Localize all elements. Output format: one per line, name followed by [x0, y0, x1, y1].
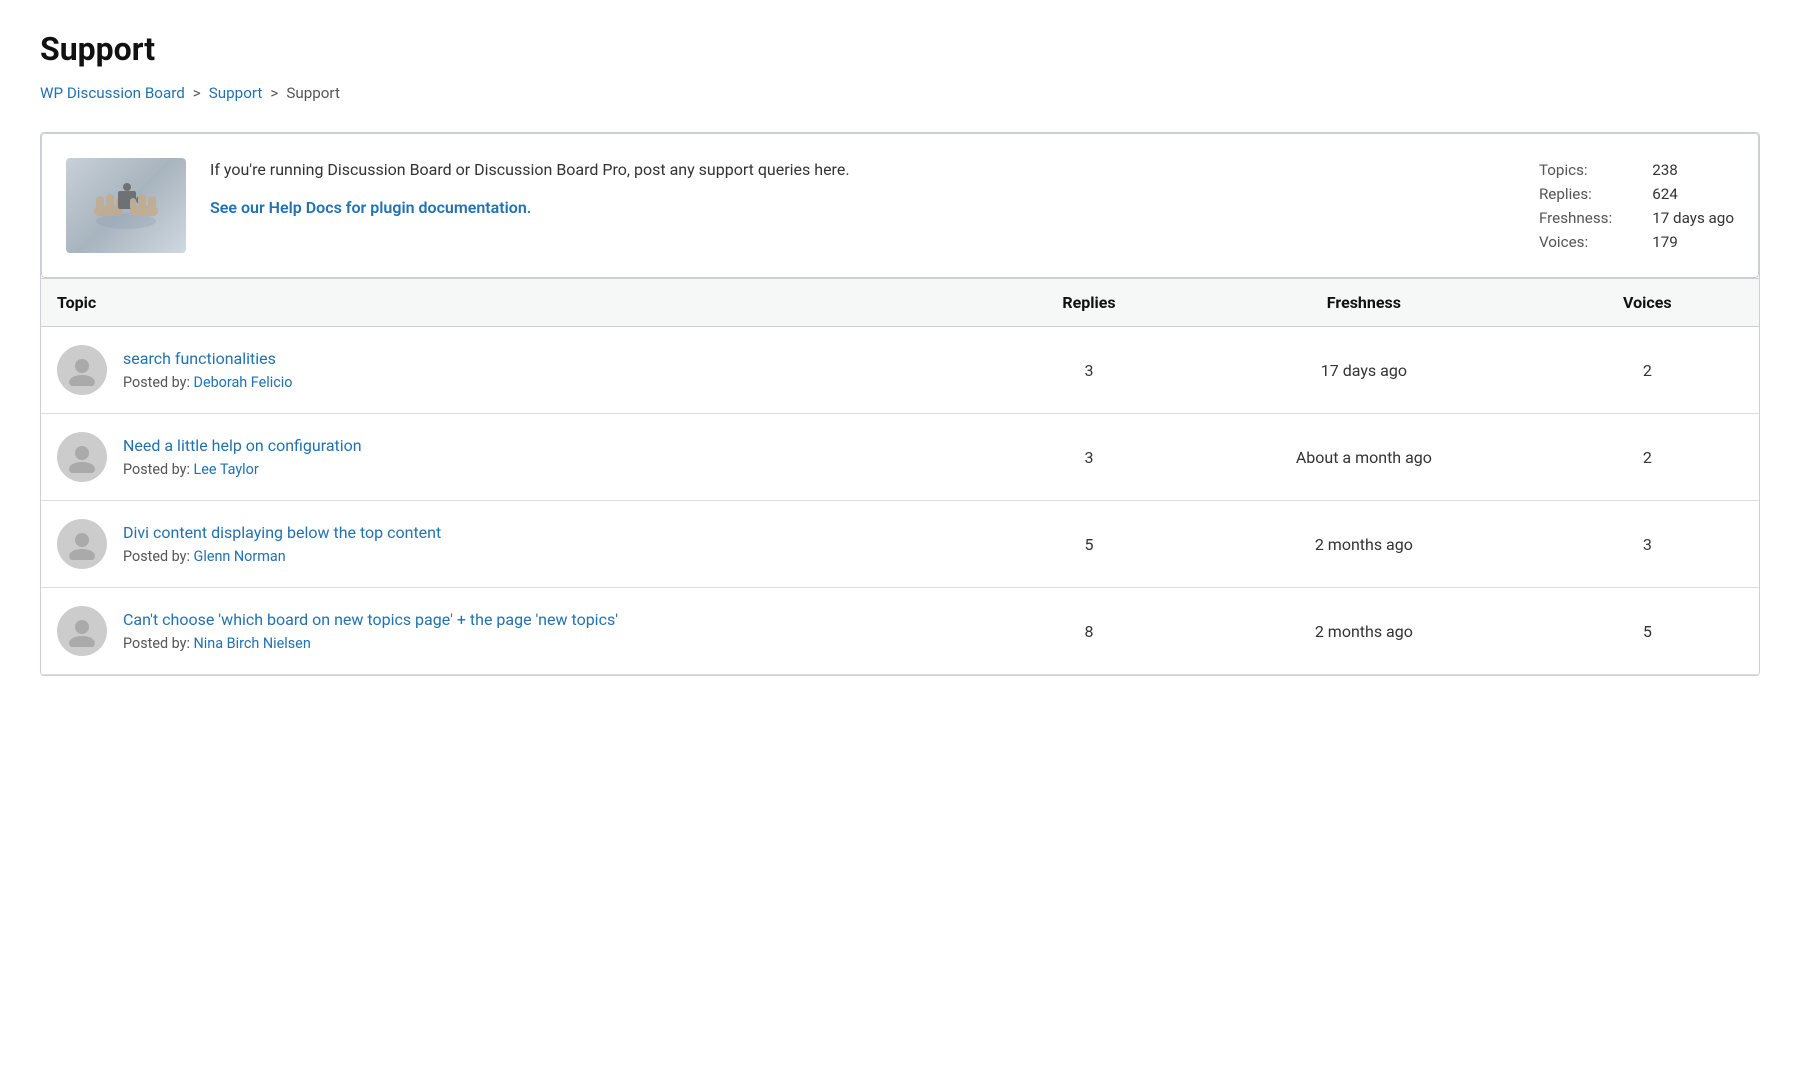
topic-title[interactable]: Divi content displaying below the top co… [123, 523, 441, 542]
breadcrumb-wp-discussion-board[interactable]: WP Discussion Board [40, 84, 185, 102]
topic-cell: Can't choose 'which board on new topics … [57, 606, 970, 656]
topic-author[interactable]: Lee Taylor [194, 461, 259, 478]
topic-replies: 8 [986, 588, 1192, 675]
topic-author[interactable]: Deborah Felicio [194, 374, 293, 391]
topic-freshness: 17 days ago [1192, 327, 1536, 414]
topic-info: Need a little help on configuration Post… [123, 436, 362, 478]
posted-by: Posted by: Glenn Norman [123, 548, 286, 565]
breadcrumb: WP Discussion Board > Support > Support [40, 84, 1760, 102]
forum-description: If you're running Discussion Board or Di… [210, 158, 1515, 217]
topic-replies: 3 [986, 327, 1192, 414]
user-icon [66, 615, 98, 647]
topic-freshness: About a month ago [1192, 414, 1536, 501]
topic-freshness: 2 months ago [1192, 501, 1536, 588]
topic-voices: 2 [1536, 414, 1759, 501]
avatar [57, 519, 107, 569]
table-row: Can't choose 'which board on new topics … [41, 588, 1759, 675]
breadcrumb-separator-1: > [193, 84, 201, 102]
avatar [57, 345, 107, 395]
help-docs-link[interactable]: See our Help Docs for plugin documentati… [210, 198, 531, 217]
table-header-row: Topic Replies Freshness Voices [41, 279, 1759, 327]
forum-description-text: If you're running Discussion Board or Di… [210, 158, 1515, 182]
voices-label: Voices: [1539, 233, 1612, 251]
topic-replies: 5 [986, 501, 1192, 588]
breadcrumb-support-link[interactable]: Support [209, 84, 263, 102]
col-header-topic: Topic [41, 279, 986, 327]
topics-value: 238 [1652, 161, 1734, 179]
topic-author[interactable]: Nina Birch Nielsen [194, 635, 311, 652]
topic-title[interactable]: search functionalities [123, 349, 292, 368]
topic-freshness: 2 months ago [1192, 588, 1536, 675]
breadcrumb-current: Support [286, 84, 340, 102]
replies-value: 624 [1652, 185, 1734, 203]
topic-voices: 5 [1536, 588, 1759, 675]
topic-info: Divi content displaying below the top co… [123, 523, 441, 565]
avatar [57, 606, 107, 656]
breadcrumb-separator-2: > [270, 84, 278, 102]
topic-cell: search functionalities Posted by: Debora… [57, 345, 970, 395]
table-row: Need a little help on configuration Post… [41, 414, 1759, 501]
freshness-value: 17 days ago [1652, 209, 1734, 227]
user-icon [66, 354, 98, 386]
topic-cell: Need a little help on configuration Post… [57, 432, 970, 482]
freshness-label: Freshness: [1539, 209, 1612, 227]
col-header-freshness: Freshness [1192, 279, 1536, 327]
topic-author[interactable]: Glenn Norman [194, 548, 286, 565]
forum-info-box: If you're running Discussion Board or Di… [41, 133, 1759, 278]
page-title: Support [40, 30, 1760, 68]
forum-thumbnail-icon [86, 176, 166, 236]
topic-voices: 2 [1536, 327, 1759, 414]
topic-info: Can't choose 'which board on new topics … [123, 610, 618, 652]
forum-stats: Topics: 238 Replies: 624 Freshness: 17 d… [1539, 161, 1734, 251]
user-icon [66, 441, 98, 473]
posted-by: Posted by: Lee Taylor [123, 461, 259, 478]
topic-title[interactable]: Can't choose 'which board on new topics … [123, 610, 618, 629]
posted-by: Posted by: Deborah Felicio [123, 374, 292, 391]
replies-label: Replies: [1539, 185, 1612, 203]
topic-replies: 3 [986, 414, 1192, 501]
voices-value: 179 [1652, 233, 1734, 251]
topic-cell: Divi content displaying below the top co… [57, 519, 970, 569]
topic-voices: 3 [1536, 501, 1759, 588]
posted-by: Posted by: Nina Birch Nielsen [123, 635, 311, 652]
topic-info: search functionalities Posted by: Debora… [123, 349, 292, 391]
forum-container: If you're running Discussion Board or Di… [40, 132, 1760, 676]
topics-table: Topic Replies Freshness Voices search fu… [41, 278, 1759, 675]
forum-thumbnail [66, 158, 186, 253]
col-header-voices: Voices [1536, 279, 1759, 327]
table-row: search functionalities Posted by: Debora… [41, 327, 1759, 414]
table-row: Divi content displaying below the top co… [41, 501, 1759, 588]
topics-label: Topics: [1539, 161, 1612, 179]
col-header-replies: Replies [986, 279, 1192, 327]
user-icon [66, 528, 98, 560]
avatar [57, 432, 107, 482]
topic-title[interactable]: Need a little help on configuration [123, 436, 362, 455]
